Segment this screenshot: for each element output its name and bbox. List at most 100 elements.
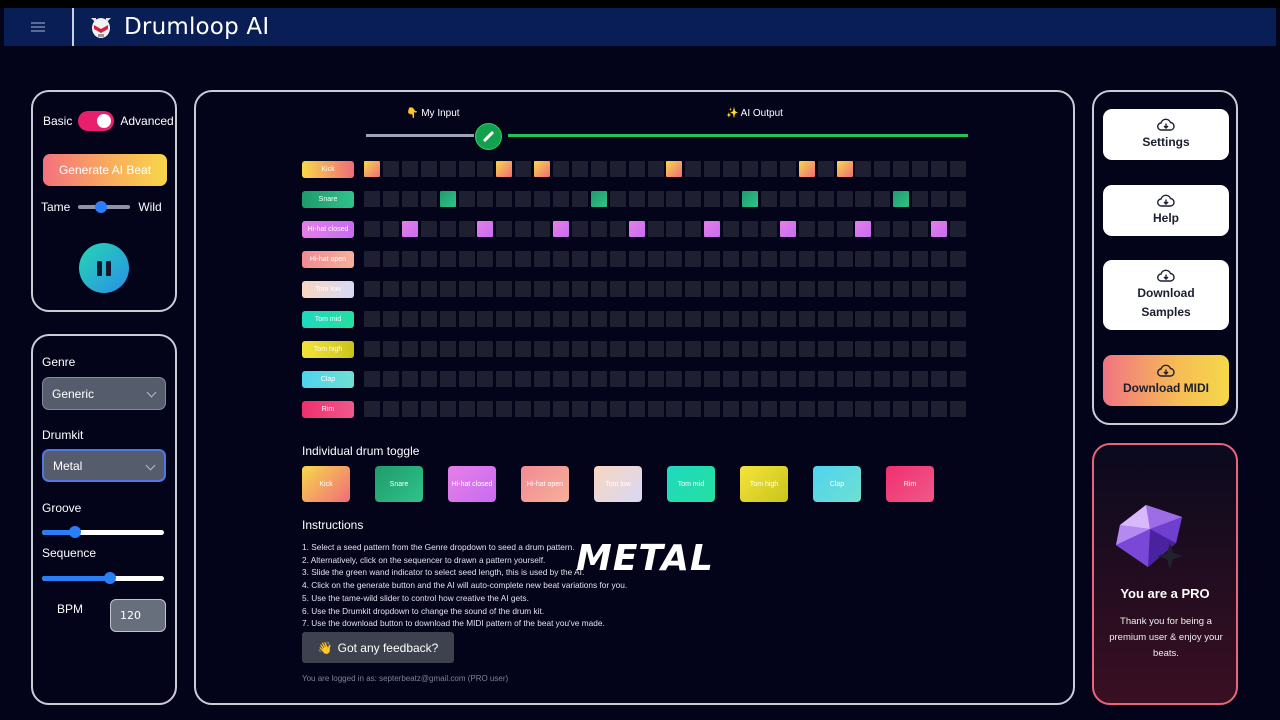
sequencer-cell[interactable] [666,311,683,327]
sequencer-cell[interactable] [496,311,513,327]
sequencer-cell[interactable] [798,251,815,267]
sequencer-cell[interactable] [458,191,475,207]
sequencer-cell[interactable] [723,341,740,357]
sequencer-cell[interactable] [893,401,910,417]
sequencer-cell[interactable] [742,281,758,297]
sequencer-cell[interactable] [685,311,702,327]
sequencer-cell[interactable] [420,311,437,327]
sequencer-cell[interactable] [836,371,853,387]
sequencer-cell[interactable] [477,341,494,357]
sequencer-cell[interactable] [647,281,664,297]
generate-ai-beat-button[interactable]: Generate AI Beat [43,154,167,186]
sequencer-cell[interactable] [704,341,721,357]
sequencer-cell[interactable] [874,251,891,267]
sequencer-cell[interactable] [742,341,758,357]
sequencer-cell[interactable] [855,401,872,417]
sequencer-cell[interactable] [420,221,437,237]
sequencer-cell[interactable] [874,401,891,417]
sequencer-cell[interactable] [704,371,721,387]
sequencer-cell[interactable] [742,371,758,387]
sequencer-cell[interactable] [571,161,588,177]
row-label-tom-high[interactable]: Tom high [302,341,354,358]
sequencer-cell[interactable] [458,281,475,297]
sequencer-cell[interactable] [571,341,588,357]
sequencer-cell[interactable] [893,281,910,297]
toggle-clap[interactable]: Clap [813,466,861,502]
sequencer-cell[interactable] [534,341,551,357]
sequencer-cell[interactable] [477,401,494,417]
sequencer-cell[interactable] [893,371,910,387]
sequencer-cell[interactable] [874,371,891,387]
sequencer-cell[interactable] [742,191,758,207]
sequencer-cell[interactable] [723,221,740,237]
sequencer-cell[interactable] [364,191,380,207]
sequencer-cell[interactable] [458,311,475,327]
sequencer-cell[interactable] [949,191,966,207]
sequencer-cell[interactable] [912,251,929,267]
sequencer-cell[interactable] [760,191,777,207]
sequencer-cell[interactable] [382,251,399,267]
sequencer-cell[interactable] [496,281,513,297]
sequencer-cell[interactable] [534,161,551,177]
sequencer-cell[interactable] [439,161,456,177]
sequencer-cell[interactable] [458,161,475,177]
sequencer-cell[interactable] [439,191,456,207]
drumkit-select[interactable]: Metal [42,449,166,482]
sequencer-cell[interactable] [496,221,513,237]
sequencer-cell[interactable] [458,341,475,357]
sequencer-cell[interactable] [949,161,966,177]
sequencer-cell[interactable] [855,371,872,387]
sequencer-cell[interactable] [590,221,607,237]
sequencer-cell[interactable] [931,371,947,387]
sequencer-cell[interactable] [515,371,532,387]
sequencer-cell[interactable] [798,191,815,207]
sequencer-cell[interactable] [704,281,721,297]
sequencer-cell[interactable] [931,401,947,417]
sequencer-cell[interactable] [496,341,513,357]
row-label-hi-hat-closed[interactable]: Hi-hat closed [302,221,354,238]
sequencer-cell[interactable] [685,251,702,267]
sequencer-cell[interactable] [912,191,929,207]
sequencer-cell[interactable] [553,191,569,207]
sequencer-cell[interactable] [779,401,796,417]
sequencer-cell[interactable] [666,251,683,267]
sequencer-cell[interactable] [553,251,569,267]
sequencer-cell[interactable] [704,311,721,327]
sequencer-cell[interactable] [439,281,456,297]
sequencer-cell[interactable] [931,281,947,297]
sequencer-cell[interactable] [779,251,796,267]
sequencer-cell[interactable] [553,281,569,297]
sequencer-cell[interactable] [609,281,626,297]
toggle-kick[interactable]: Kick [302,466,350,502]
sequencer-cell[interactable] [704,161,721,177]
sequencer-cell[interactable] [723,281,740,297]
sequencer-cell[interactable] [628,191,645,207]
sequencer-cell[interactable] [382,281,399,297]
toggle-tom-mid[interactable]: Tom mid [667,466,715,502]
sequencer-cell[interactable] [779,371,796,387]
sequencer-cell[interactable] [931,251,947,267]
row-label-rim[interactable]: Rim [302,401,354,418]
sequencer-cell[interactable] [515,401,532,417]
sequencer-cell[interactable] [647,251,664,267]
sequencer-cell[interactable] [893,341,910,357]
sequencer-cell[interactable] [534,251,551,267]
sequencer-cell[interactable] [779,311,796,327]
sequencer-cell[interactable] [571,401,588,417]
sequencer-cell[interactable] [609,341,626,357]
sequencer-cell[interactable] [458,401,475,417]
sequencer-cell[interactable] [647,341,664,357]
sequencer-cell[interactable] [817,401,834,417]
sequencer-cell[interactable] [949,311,966,327]
help-button[interactable]: Help [1103,185,1229,236]
sequencer-cell[interactable] [420,251,437,267]
sequencer-cell[interactable] [931,311,947,327]
sequencer-cell[interactable] [364,341,380,357]
sequencer-cell[interactable] [458,371,475,387]
row-label-clap[interactable]: Clap [302,371,354,388]
sequence-thumb[interactable] [104,572,116,584]
sequencer-cell[interactable] [855,191,872,207]
sequencer-cell[interactable] [609,221,626,237]
sequencer-cell[interactable] [571,281,588,297]
sequencer-cell[interactable] [628,221,645,237]
